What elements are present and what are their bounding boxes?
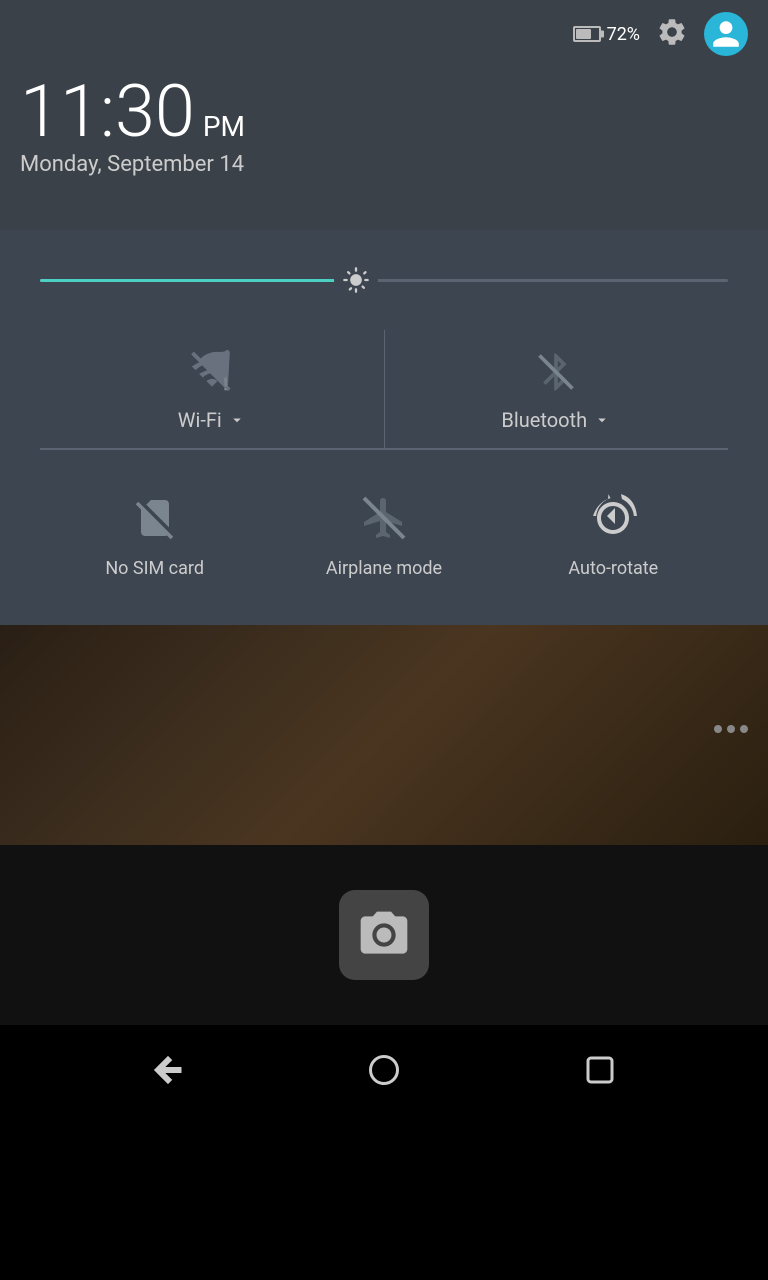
camera-area (0, 845, 768, 1025)
auto-rotate-label: Auto-rotate (568, 558, 658, 579)
svg-text:!: ! (223, 374, 228, 394)
brightness-icon (342, 266, 370, 294)
wifi-icon: ! (190, 350, 234, 394)
camera-button[interactable] (339, 890, 429, 980)
home-button[interactable] (366, 1052, 402, 1088)
auto-rotate-action[interactable]: Auto-rotate (499, 470, 728, 595)
back-button[interactable] (150, 1052, 186, 1088)
recents-button[interactable] (582, 1052, 618, 1088)
bluetooth-chevron-icon (593, 411, 611, 429)
time-area: 11:30 PM Monday, September 14 (20, 76, 748, 177)
no-sim-icon-container (127, 490, 183, 546)
dot-2 (727, 725, 735, 733)
airplane-icon (360, 494, 408, 542)
more-dots[interactable] (714, 725, 748, 733)
recents-icon (582, 1052, 618, 1088)
dot-3 (740, 725, 748, 733)
settings-button[interactable] (656, 16, 688, 52)
wifi-toggle[interactable]: ! Wi-Fi (40, 330, 385, 450)
wifi-chevron-icon (228, 411, 246, 429)
auto-rotate-icon-container (585, 490, 641, 546)
status-bar: 72% 11:30 PM Monday, September 14 (0, 0, 768, 230)
back-icon (150, 1052, 186, 1088)
brightness-track (40, 279, 728, 282)
bluetooth-label: Bluetooth (501, 408, 587, 432)
time-period: PM (203, 110, 245, 143)
dot-1 (714, 725, 722, 733)
brightness-fill (40, 279, 370, 282)
actions-row: No SIM card Airplane mode Auto-rotate (40, 470, 728, 595)
battery-icon (573, 26, 601, 42)
bluetooth-icon-container (530, 346, 582, 398)
time-display: 11:30 (20, 76, 195, 148)
no-sim-label: No SIM card (105, 558, 204, 579)
brightness-thumb[interactable] (334, 258, 378, 302)
user-avatar[interactable] (704, 12, 748, 56)
wifi-icon-container: ! (186, 346, 238, 398)
no-sim-action[interactable]: No SIM card (40, 470, 269, 595)
airplane-mode-action[interactable]: Airplane mode (269, 470, 498, 595)
nav-bar (0, 1025, 768, 1115)
battery-percent: 72% (607, 24, 640, 45)
wifi-label: Wi-Fi (178, 408, 222, 432)
brightness-row (40, 260, 728, 300)
airplane-mode-label: Airplane mode (326, 558, 442, 579)
brightness-slider[interactable] (40, 260, 728, 300)
quick-settings-panel: ! Wi-Fi Bluetooth (0, 230, 768, 625)
camera-icon (356, 907, 412, 963)
battery-area: 72% (573, 24, 640, 45)
toggles-row: ! Wi-Fi Bluetooth (40, 330, 728, 450)
gear-icon (656, 16, 688, 48)
date-display: Monday, September 14 (20, 152, 748, 177)
airplane-icon-container (356, 490, 412, 546)
bluetooth-icon (534, 350, 578, 394)
bluetooth-toggle[interactable]: Bluetooth (385, 330, 729, 450)
person-icon (710, 18, 742, 50)
no-sim-icon (131, 494, 179, 542)
wallpaper-area (0, 625, 768, 845)
auto-rotate-icon (589, 494, 637, 542)
home-icon (366, 1052, 402, 1088)
